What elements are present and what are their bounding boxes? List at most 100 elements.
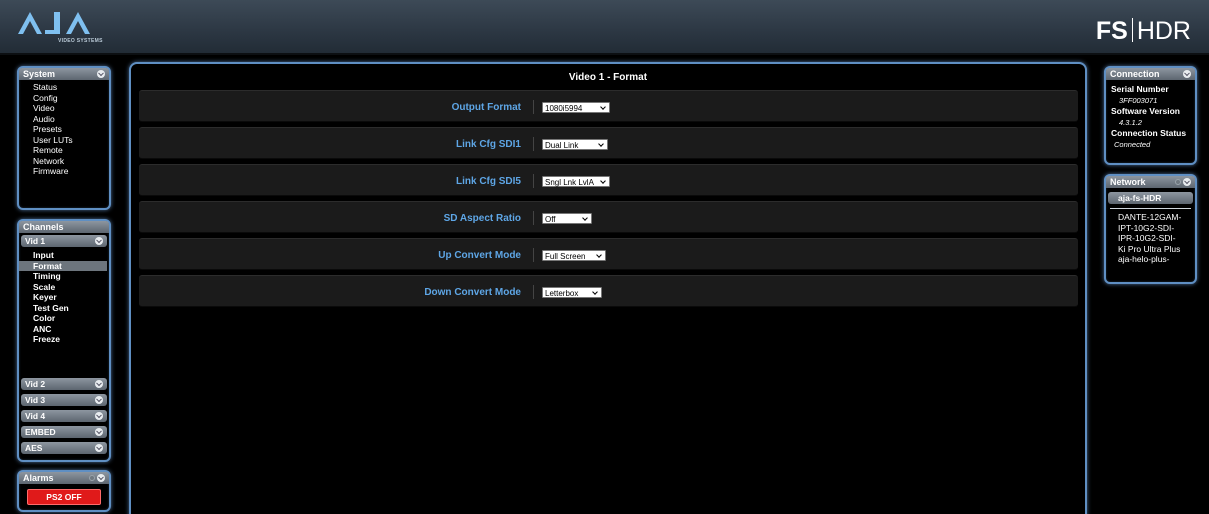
vid1-group-header[interactable]: Vid 1 (21, 235, 107, 247)
down-convert-mode-select[interactable]: Letterbox (542, 287, 602, 298)
nav-item-keyer[interactable]: Keyer (33, 292, 109, 303)
expand-icon[interactable] (95, 428, 103, 436)
pin-icon[interactable] (89, 475, 95, 481)
aes-group-title: AES (25, 443, 43, 453)
system-panel-title: System (23, 69, 56, 79)
network-panel: Network aja-fs-HDR DANTE-12GAM- IPT-10G2… (1104, 174, 1197, 284)
connection-status-label: Connection Status (1111, 128, 1187, 138)
connection-panel-title: Connection (1110, 69, 1160, 79)
network-device-item[interactable]: IPT-10G2-SDI- (1106, 223, 1195, 234)
connection-panel-header[interactable]: Connection (1106, 68, 1195, 80)
channel-groups: Vid 2 Vid 3 Vid 4 EMBED AES (19, 378, 109, 454)
nav-item-video[interactable]: Video (33, 103, 109, 114)
nav-item-audio[interactable]: Audio (33, 114, 109, 125)
network-device-item[interactable]: aja-helo-plus- (1106, 254, 1195, 265)
chevron-down-icon (600, 104, 606, 110)
vid2-group-title: Vid 2 (25, 379, 46, 389)
connection-status-value: Connected (1114, 140, 1151, 149)
row-divider (533, 248, 534, 262)
nav-item-color[interactable]: Color (33, 313, 109, 324)
product-divider (1131, 18, 1133, 42)
down-convert-mode-value: Letterbox (545, 289, 579, 298)
output-format-select[interactable]: 1080i5994 (542, 102, 610, 113)
network-panel-header[interactable]: Network (1106, 176, 1195, 188)
vid1-group-title: Vid 1 (25, 236, 46, 246)
up-convert-mode-label: Up Convert Mode (438, 250, 521, 261)
collapse-icon[interactable] (95, 237, 103, 245)
nav-item-network[interactable]: Network (33, 156, 109, 167)
network-panel-title: Network (1110, 177, 1146, 187)
logo-subtext: VIDEO SYSTEMS (58, 38, 103, 44)
link-cfg-sdi5-select[interactable]: Sngl Lnk LvlA (542, 176, 610, 187)
expand-icon[interactable] (95, 396, 103, 404)
network-device-item[interactable]: DANTE-12GAM- (1106, 212, 1195, 223)
channels-panel-header: Channels (19, 221, 109, 233)
alarms-panel: Alarms PS2 OFF (17, 470, 111, 512)
sd-aspect-ratio-value: Off (545, 215, 556, 224)
page-title: Video 1 - Format (568, 72, 648, 83)
link-cfg-sdi1-select[interactable]: Dual Link (542, 139, 608, 150)
nav-item-user-luts[interactable]: User LUTs (33, 135, 109, 146)
nav-item-anc[interactable]: ANC (33, 324, 109, 335)
output-format-value: 1080i5994 (545, 104, 583, 113)
chevron-down-icon (598, 141, 604, 147)
nav-item-test-gen[interactable]: Test Gen (33, 303, 109, 314)
vid3-group-title: Vid 3 (25, 395, 46, 405)
expand-icon[interactable] (95, 380, 103, 388)
vid2-group-header[interactable]: Vid 2 (21, 378, 107, 390)
connection-panel: Connection Serial Number 3FF003071 Softw… (1104, 66, 1197, 165)
nav-item-freeze[interactable]: Freeze (33, 334, 109, 345)
system-panel: System Status Config Video Audio Presets… (17, 66, 111, 210)
expand-icon[interactable] (95, 444, 103, 452)
nav-item-firmware[interactable]: Firmware (33, 166, 109, 177)
collapse-icon[interactable] (97, 70, 105, 78)
network-device-item[interactable]: Ki Pro Ultra Plus (1106, 244, 1195, 255)
ps2-off-alarm-button[interactable]: PS2 OFF (27, 489, 101, 505)
vid4-group-header[interactable]: Vid 4 (21, 410, 107, 422)
sd-aspect-ratio-select[interactable]: Off (542, 213, 592, 224)
network-device-list: DANTE-12GAM- IPT-10G2-SDI- IPR-10G2-SDI-… (1106, 212, 1195, 265)
network-device-item[interactable]: IPR-10G2-SDI- (1106, 233, 1195, 244)
app-root: VIDEO SYSTEMS FS HDR System Status Config… (0, 0, 1209, 514)
sd-aspect-ratio-label: SD Aspect Ratio (443, 213, 521, 224)
row-divider (533, 174, 534, 188)
nav-item-presets[interactable]: Presets (33, 124, 109, 135)
link-cfg-sdi5-label: Link Cfg SDI5 (455, 176, 521, 187)
nav-item-scale[interactable]: Scale (33, 282, 109, 293)
embed-group-header[interactable]: EMBED (21, 426, 107, 438)
collapse-icon[interactable] (97, 474, 105, 482)
aes-group-header[interactable]: AES (21, 442, 107, 454)
alarms-panel-header[interactable]: Alarms (19, 472, 109, 484)
collapse-icon[interactable] (1183, 70, 1191, 78)
software-version-label: Software Version (1111, 106, 1180, 116)
system-panel-header[interactable]: System (19, 68, 109, 80)
nav-item-remote[interactable]: Remote (33, 145, 109, 156)
collapse-icon[interactable] (1183, 178, 1191, 186)
link-cfg-sdi1-row: Link Cfg SDI1 Dual Link (139, 127, 1078, 159)
nav-item-status[interactable]: Status (33, 82, 109, 93)
serial-number-value: 3FF003071 (1119, 96, 1158, 105)
down-convert-mode-row: Down Convert Mode Letterbox (139, 275, 1078, 307)
channels-panel: Channels Vid 1 Input Format Timing Scale… (17, 219, 111, 462)
current-device[interactable]: aja-fs-HDR (1108, 192, 1193, 204)
nav-item-config[interactable]: Config (33, 93, 109, 104)
expand-icon[interactable] (95, 412, 103, 420)
embed-group-title: EMBED (25, 427, 56, 437)
up-convert-mode-row: Up Convert Mode Full Screen (139, 238, 1078, 270)
chevron-down-icon (592, 289, 598, 295)
output-format-row: Output Format 1080i5994 (139, 90, 1078, 122)
nav-item-format[interactable]: Format (19, 260, 107, 271)
chevron-down-icon (596, 252, 602, 258)
alarms-panel-title: Alarms (23, 473, 54, 483)
chevron-down-icon (600, 178, 606, 184)
row-divider (533, 100, 534, 114)
link-cfg-sdi1-label: Link Cfg SDI1 (455, 139, 521, 150)
nav-item-input[interactable]: Input (33, 250, 109, 261)
link-cfg-sdi1-value: Dual Link (545, 141, 579, 150)
up-convert-mode-select[interactable]: Full Screen (542, 250, 606, 261)
pin-icon[interactable] (1175, 179, 1181, 185)
vid3-group-header[interactable]: Vid 3 (21, 394, 107, 406)
vid1-nav-list: Input Format Timing Scale Keyer Test Gen… (19, 247, 109, 345)
main-content-panel: Video 1 - Format Output Format 1080i5994… (129, 62, 1087, 514)
nav-item-timing[interactable]: Timing (33, 271, 109, 282)
